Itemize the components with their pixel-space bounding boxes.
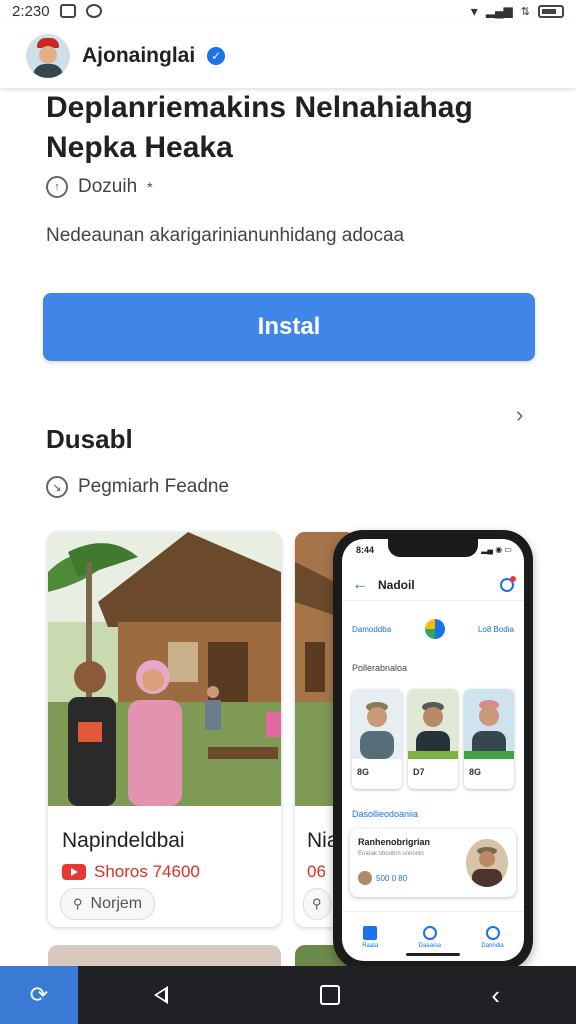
pin-icon: ↘ xyxy=(46,476,68,498)
person-photo xyxy=(352,689,402,759)
person-card[interactable]: D7 xyxy=(408,689,458,789)
phone-status-time: 8:44 xyxy=(356,545,375,555)
feature-card-avatar xyxy=(466,839,508,887)
compass-icon xyxy=(422,925,437,940)
phone-app-header: ← Nadoil xyxy=(342,569,524,601)
phone-section-label: Pollerabnaloa xyxy=(352,663,408,673)
person-value: D7 xyxy=(413,767,425,777)
person-card[interactable]: 8G xyxy=(464,689,514,789)
rotate-icon[interactable]: ⟳ xyxy=(0,966,78,1024)
phone-nav-home[interactable]: Raata xyxy=(362,925,379,949)
author-chip-label: Norjem xyxy=(90,895,143,912)
section-subtitle: Pegmiarh Feadne xyxy=(78,476,230,497)
phone-mockup: 8:44 ▂▄ ◉ ▭ ← Nadoil Damoddba Lo8 Bodia … xyxy=(333,530,533,970)
verified-check-icon: ✓ xyxy=(207,47,226,65)
rating-text: Dozuih xyxy=(78,176,138,197)
phone-section-label: Dasollieodoaniia xyxy=(352,809,419,819)
search-icon xyxy=(485,925,500,940)
chevron-right-icon[interactable]: › xyxy=(516,402,523,428)
status-right: ▾ ▂▄▆ ⇅ xyxy=(471,3,564,20)
status-bar: 2:230 ▾ ▂▄▆ ⇅ xyxy=(0,0,576,22)
phone-nav-label: Raata xyxy=(362,942,379,949)
phone-row-left: Damoddba xyxy=(352,624,392,634)
status-time: 2:230 xyxy=(12,2,50,20)
feature-card-subtitle: Enarak oboobrn unnonln xyxy=(358,851,424,857)
section-title: Dusabl xyxy=(46,424,133,454)
app-logo-icon xyxy=(424,619,445,639)
views-text: 06 xyxy=(307,862,326,881)
home-square-icon[interactable] xyxy=(319,985,340,1005)
install-button[interactable]: Instal xyxy=(43,293,535,361)
feature-card-value: 500 0 80 xyxy=(376,873,408,883)
section-subtitle-row: ↘ Pegmiarh Feadne xyxy=(46,476,229,498)
phone-nav-explore[interactable]: Daaaioa xyxy=(418,925,441,949)
phone-info-row: Damoddba Lo8 Bodia xyxy=(352,619,514,639)
phone-nav-label: Danndia xyxy=(481,942,504,949)
status-left: 2:230 xyxy=(12,3,102,20)
app-description: Nedeaunan akarigarinianunhidang adocaa xyxy=(46,225,405,246)
video-views: Shoros 74600 xyxy=(62,862,200,882)
rating-icon: ↑ xyxy=(46,176,68,198)
author-chip[interactable]: ⚲ Norjem xyxy=(60,888,156,920)
home-icon xyxy=(363,925,378,940)
battery-icon xyxy=(538,4,564,18)
wifi-icon: ▾ xyxy=(470,2,478,19)
rating-suffix: * xyxy=(147,179,153,195)
youtube-icon xyxy=(62,864,86,880)
avatar-face xyxy=(39,46,57,64)
avatar-body xyxy=(33,64,63,78)
phone-feature-card[interactable]: Ranhenobrigrian Enarak oboobrn unnonln 5… xyxy=(350,829,516,897)
data-icon: ⇅ xyxy=(520,5,530,18)
video-views: 06 xyxy=(307,862,326,882)
refresh-icon[interactable] xyxy=(500,575,516,592)
views-text: Shoros 74600 xyxy=(94,862,200,881)
phone-nav-label: Daaaioa xyxy=(418,942,441,949)
person-photo xyxy=(464,689,514,759)
nav-buttons: ‹ xyxy=(78,982,576,1008)
video-card[interactable]: Napindeldbai Shoros 74600 ⚲ Norjem xyxy=(48,532,281,927)
phone-notch xyxy=(388,539,478,557)
person-value: 8G xyxy=(469,767,482,777)
video-thumbnail[interactable] xyxy=(48,532,281,806)
feature-card-title: Ranhenobrigrian xyxy=(358,837,431,847)
gallery-notification-icon xyxy=(59,4,76,18)
person-photo xyxy=(408,689,458,759)
author-chip[interactable]: ⚲ xyxy=(303,888,331,920)
rating-row: ↑ Dozuih * xyxy=(46,176,153,198)
phone-home-indicator xyxy=(406,953,460,956)
mini-avatar xyxy=(358,871,372,885)
avatar[interactable] xyxy=(26,34,70,78)
back-arrow-icon[interactable]: ← xyxy=(352,576,368,594)
signal-icon: ▂▄▆ xyxy=(485,4,513,18)
channel-name[interactable]: Ajonainglai xyxy=(82,44,195,68)
person-icon: ⚲ xyxy=(73,896,83,911)
person-value: 8G xyxy=(357,767,370,777)
person-photo xyxy=(466,839,508,887)
phone-nav-search[interactable]: Danndia xyxy=(481,925,504,949)
app-notification-icon xyxy=(85,4,102,18)
channel-header: Ajonainglai ✓ xyxy=(0,24,576,88)
chevron-left-icon[interactable]: ‹ xyxy=(491,982,500,1008)
app-title: Deplanriemakins Nelnahiahag Nepka Heaka xyxy=(46,91,473,164)
back-triangle-icon[interactable] xyxy=(153,986,168,1004)
phone-status-icons: ▂▄ ◉ ▭ xyxy=(481,545,512,554)
people-grid: 8G D7 8G xyxy=(352,689,516,789)
village-scene-image xyxy=(48,532,281,806)
person-icon: ⚲ xyxy=(312,896,322,911)
phone-screen: 8:44 ▂▄ ◉ ▭ ← Nadoil Damoddba Lo8 Bodia … xyxy=(342,539,524,961)
person-card[interactable]: 8G xyxy=(352,689,402,789)
system-nav-bar: ⟳ ‹ xyxy=(0,966,576,1024)
feature-card-value-row: 500 0 80 xyxy=(358,871,407,885)
phone-app-title: Nadoil xyxy=(378,577,415,592)
phone-row-right: Lo8 Bodia xyxy=(477,624,514,634)
video-title[interactable]: Napindeldbai xyxy=(62,829,185,853)
